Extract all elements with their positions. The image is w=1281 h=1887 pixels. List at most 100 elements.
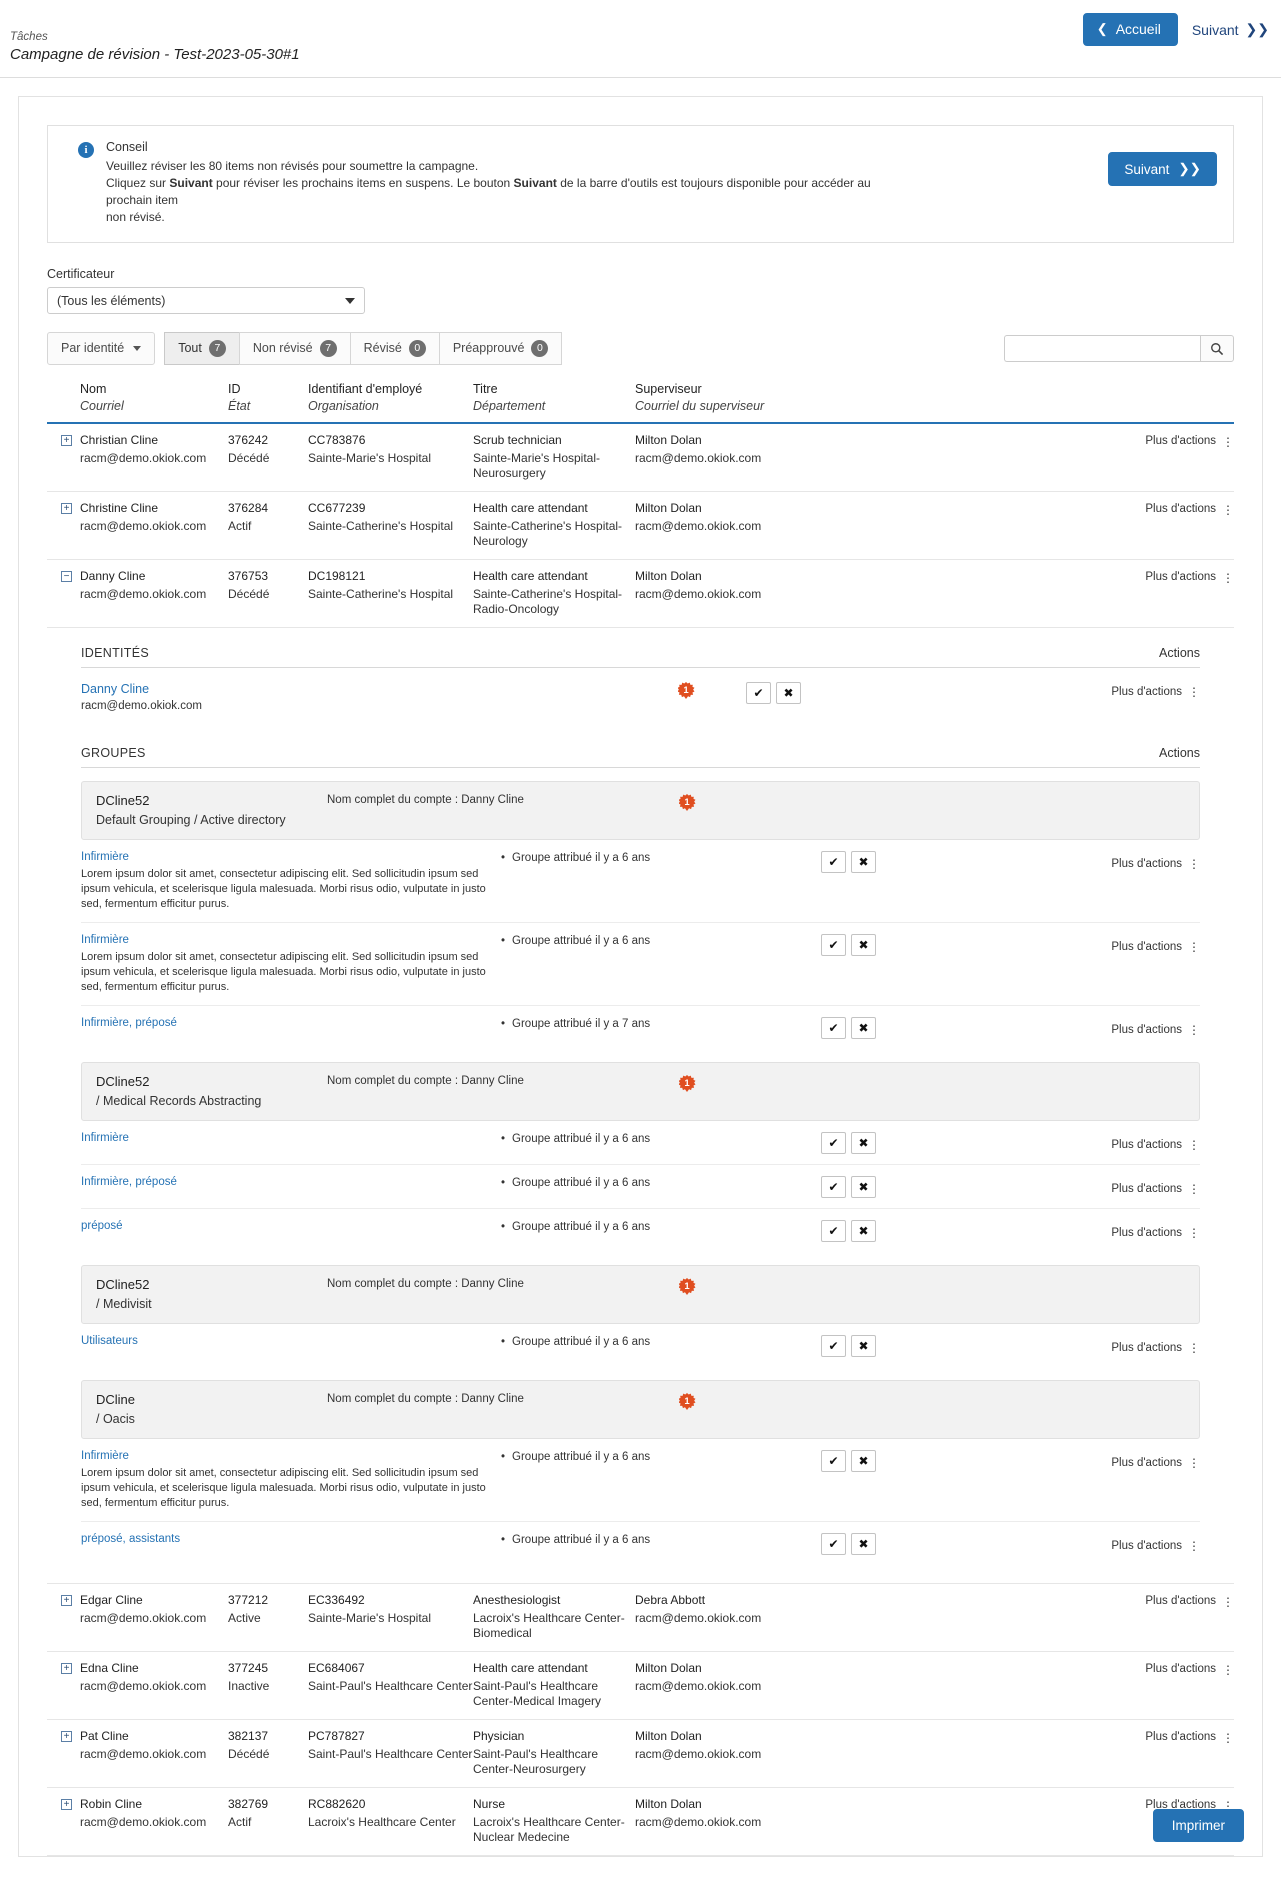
group-row[interactable]: Infirmière • Groupe attribué il y a 6 ans… <box>81 1121 1200 1165</box>
more-actions-button[interactable]: Plus d'actions ⋮ <box>1111 1183 1200 1195</box>
account-card[interactable]: DCline / Oacis Nom complet du compte : D… <box>81 1380 1200 1439</box>
group-row[interactable]: Infirmière Lorem ipsum dolor sit amet, c… <box>81 923 1200 1006</box>
search-input[interactable] <box>1004 335 1200 362</box>
group-name-link[interactable]: Infirmière <box>81 1450 501 1462</box>
header-nom-label: Nom <box>80 382 107 396</box>
more-actions-button[interactable]: Plus d'actions ⋮ <box>1111 1342 1200 1354</box>
group-name-link[interactable]: Utilisateurs <box>81 1335 501 1347</box>
more-actions-button[interactable]: Plus d'actions ⋮ <box>1145 570 1234 585</box>
risk-badge-icon[interactable]: 1 <box>678 794 696 811</box>
search-button[interactable] <box>1200 335 1234 362</box>
more-actions-button[interactable]: Plus d'actions ⋮ <box>1111 1024 1200 1036</box>
account-card[interactable]: DCline52 / Medical Records Abstracting N… <box>81 1062 1200 1121</box>
group-name-link[interactable]: Infirmière <box>81 851 501 863</box>
group-name-link[interactable]: préposé <box>81 1220 501 1232</box>
reject-button[interactable]: ✖ <box>851 851 876 873</box>
tip-next-button[interactable]: Suivant ❯❯ <box>1108 152 1217 186</box>
more-actions-button[interactable]: Plus d'actions ⋮ <box>1111 1227 1200 1239</box>
next-link[interactable]: Suivant ❯❯ <box>1192 21 1269 38</box>
group-name-link[interactable]: Infirmière <box>81 934 501 946</box>
group-row[interactable]: Infirmière Lorem ipsum dolor sit amet, c… <box>81 840 1200 923</box>
breadcrumb-parent: Tâches <box>10 31 48 43</box>
expand-row-icon[interactable]: + <box>61 1663 72 1674</box>
more-actions-button[interactable]: Plus d'actions ⋮ <box>1111 858 1200 870</box>
group-name-link[interactable]: Infirmière, préposé <box>81 1176 501 1188</box>
group-row[interactable]: préposé, assistants • Groupe attribué il … <box>81 1522 1200 1577</box>
group-name-link[interactable]: Infirmière <box>81 1132 501 1144</box>
approve-button[interactable]: ✔ <box>821 1220 846 1242</box>
more-actions-button[interactable]: Plus d'actions ⋮ <box>1111 686 1200 698</box>
account-path: / Medical Records Abstracting <box>96 1094 262 1108</box>
approve-button[interactable]: ✔ <box>821 1132 846 1154</box>
tab-non-revise[interactable]: Non révisé 7 <box>238 332 351 365</box>
more-actions-button[interactable]: Plus d'actions ⋮ <box>1145 434 1234 449</box>
expand-row-icon[interactable]: + <box>61 1731 72 1742</box>
tab-tout[interactable]: Tout 7 <box>164 332 240 365</box>
group-row[interactable]: préposé • Groupe attribué il y a 6 ans ✔ … <box>81 1209 1200 1252</box>
reject-button[interactable]: ✖ <box>851 1533 876 1555</box>
table-row[interactable]: + Christian Cline racm@demo.okiok.com 37… <box>47 424 1234 492</box>
account-card[interactable]: DCline52 / Medivisit Nom complet du comp… <box>81 1265 1200 1324</box>
more-actions-button[interactable]: Plus d'actions ⋮ <box>1111 1540 1200 1552</box>
account-name-cell: DCline / Oacis <box>82 1392 327 1426</box>
risk-badge-icon[interactable]: 1 <box>678 1393 696 1410</box>
approve-button[interactable]: ✔ <box>821 1533 846 1555</box>
group-row[interactable]: Infirmière, préposé • Groupe attribué il … <box>81 1006 1200 1049</box>
risk-badge-icon[interactable]: 1 <box>677 682 695 699</box>
row-title: Health care attendant <box>473 1661 588 1675</box>
group-more-cell: Plus d'actions ⋮ <box>921 1132 1200 1153</box>
reject-button[interactable]: ✖ <box>776 682 801 704</box>
approve-button[interactable]: ✔ <box>821 1335 846 1357</box>
tab-revise[interactable]: Révisé 0 <box>349 332 440 365</box>
tip-line-2-d: Suivant <box>513 176 557 190</box>
expand-row-icon[interactable]: + <box>61 503 72 514</box>
group-meta: • Groupe attribué il y a 6 ans <box>501 1176 821 1189</box>
group-row[interactable]: Utilisateurs • Groupe attribué il y a 6 a… <box>81 1324 1200 1367</box>
table-row[interactable]: + Christine Cline racm@demo.okiok.com 37… <box>47 492 1234 560</box>
group-name-link[interactable]: Infirmière, préposé <box>81 1017 501 1029</box>
table-row[interactable]: + Pat Cline racm@demo.okiok.com 382137 D… <box>47 1720 1234 1788</box>
group-row[interactable]: Infirmière Lorem ipsum dolor sit amet, c… <box>81 1439 1200 1522</box>
reject-button[interactable]: ✖ <box>851 1017 876 1039</box>
more-actions-button[interactable]: Plus d'actions ⋮ <box>1145 1662 1234 1677</box>
approve-button[interactable]: ✔ <box>746 682 771 704</box>
reject-button[interactable]: ✖ <box>851 1450 876 1472</box>
expand-row-icon[interactable]: + <box>61 1799 72 1810</box>
reject-button[interactable]: ✖ <box>851 1335 876 1357</box>
reject-button[interactable]: ✖ <box>851 1176 876 1198</box>
more-actions-button[interactable]: Plus d'actions ⋮ <box>1145 1594 1234 1609</box>
row-supervisor-email: racm@demo.okiok.com <box>635 1747 762 1761</box>
more-actions-button[interactable]: Plus d'actions ⋮ <box>1145 502 1234 517</box>
home-button[interactable]: ❮ Accueil <box>1082 13 1178 46</box>
risk-badge-icon[interactable]: 1 <box>678 1075 696 1092</box>
identity-name-link[interactable]: Danny Cline <box>81 682 626 696</box>
approve-button[interactable]: ✔ <box>821 1017 846 1039</box>
table-row[interactable]: − Danny Cline racm@demo.okiok.com 376753… <box>47 560 1234 628</box>
collapse-row-icon[interactable]: − <box>61 571 72 582</box>
tab-preapprouve[interactable]: Préapprouvé 0 <box>438 332 563 365</box>
group-name-link[interactable]: préposé, assistants <box>81 1533 501 1545</box>
more-actions-button[interactable]: Plus d'actions ⋮ <box>1111 1457 1200 1469</box>
account-card[interactable]: DCline52 Default Grouping / Active direc… <box>81 781 1200 840</box>
reject-button[interactable]: ✖ <box>851 1220 876 1242</box>
more-actions-button[interactable]: Plus d'actions ⋮ <box>1111 941 1200 953</box>
table-row[interactable]: + Robin Cline racm@demo.okiok.com 382769… <box>47 1788 1234 1856</box>
expand-row-icon[interactable]: + <box>61 435 72 446</box>
reject-button[interactable]: ✖ <box>851 934 876 956</box>
expand-row-icon[interactable]: + <box>61 1595 72 1606</box>
more-actions-button[interactable]: Plus d'actions ⋮ <box>1145 1730 1234 1745</box>
certificateur-select[interactable]: (Tous les éléments) <box>47 287 365 314</box>
approve-button[interactable]: ✔ <box>821 1450 846 1472</box>
approve-button[interactable]: ✔ <box>821 1176 846 1198</box>
risk-badge-icon[interactable]: 1 <box>678 1278 696 1295</box>
table-row[interactable]: + Edgar Cline racm@demo.okiok.com 377212… <box>47 1584 1234 1652</box>
tab-par-identite[interactable]: Par identité <box>47 332 156 365</box>
table-row[interactable]: + Edna Cline racm@demo.okiok.com 377245 … <box>47 1652 1234 1720</box>
more-actions-button[interactable]: Plus d'actions ⋮ <box>1111 1139 1200 1151</box>
bullet-icon: • <box>501 852 506 864</box>
group-row[interactable]: Infirmière, préposé • Groupe attribué il … <box>81 1165 1200 1209</box>
print-button[interactable]: Imprimer <box>1152 1809 1244 1842</box>
reject-button[interactable]: ✖ <box>851 1132 876 1154</box>
approve-button[interactable]: ✔ <box>821 934 846 956</box>
approve-button[interactable]: ✔ <box>821 851 846 873</box>
